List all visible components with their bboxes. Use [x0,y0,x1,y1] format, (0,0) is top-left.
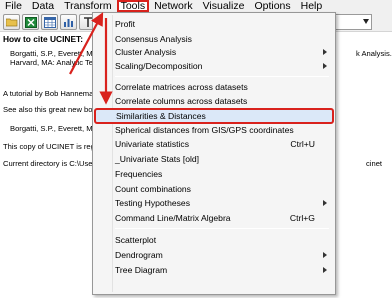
menu-help[interactable]: Help [296,0,328,12]
menu-item-similarities-distances[interactable]: Similarities & Distances [94,108,334,124]
menu-item-command-line[interactable]: Command Line/Matrix Algebra Ctrl+G [95,211,333,225]
menu-network[interactable]: Network [149,0,198,12]
menu-transform[interactable]: Transform [59,0,116,12]
menu-item-spherical-distances[interactable]: Spherical distances from GIS/GPS coordin… [95,123,333,137]
folder-open-icon[interactable] [3,14,20,30]
menu-item-count-combinations[interactable]: Count combinations [95,182,333,196]
submenu-arrow-icon [323,200,327,206]
menu-item-testing-hypotheses[interactable]: Testing Hypotheses [95,196,333,210]
submenu-arrow-icon [323,63,327,69]
menu-item-univariate-stats-old[interactable]: _Univariate Stats [old] [95,152,333,166]
submenu-arrow-icon [323,252,327,258]
menu-tools[interactable]: Tools [116,0,150,12]
menu-item-consensus-analysis[interactable]: Consensus Analysis [95,32,333,46]
matrix-editor-icon[interactable] [41,14,58,30]
current-directory-tail: cinet [366,159,383,168]
menu-separator [115,76,329,77]
menu-item-scaling-decomposition[interactable]: Scaling/Decomposition [95,59,333,73]
chevron-down-icon[interactable] [363,19,369,24]
menu-item-correlate-columns[interactable]: Correlate columns across datasets [95,94,333,108]
cite-line-2: Harvard, MA: Analytic Tec [10,58,97,67]
menu-item-scatterplot[interactable]: Scatterplot [95,233,333,247]
menu-item-correlate-matrices[interactable]: Correlate matrices across datasets [95,80,333,94]
current-directory: Current directory is C:\Users\ [3,159,101,168]
menu-data[interactable]: Data [27,0,59,12]
shortcut-text: Ctrl+U [290,139,315,149]
tools-menu: Profit Consensus Analysis Cluster Analys… [92,12,336,295]
menu-file[interactable]: File [0,0,27,12]
see-also-text: See also this great new book [3,105,101,114]
menu-item-cluster-analysis[interactable]: Cluster Analysis [95,45,333,59]
menu-item-frequencies[interactable]: Frequencies [95,167,333,181]
menu-bar: File Data Transform Tools Network Visual… [0,0,392,12]
cite-line-1: Borgatti, S.P., Everett, M.G [10,49,101,58]
menu-item-profit[interactable]: Profit [95,17,333,31]
excel-icon[interactable] [22,14,39,30]
cite-line-1-tail: k Analysis. [356,49,392,58]
menu-item-dendrogram[interactable]: Dendrogram [95,248,333,262]
book-citation: Borgatti, S.P., Everett, M.G [10,124,101,133]
menu-item-univariate-statistics[interactable]: Univariate statistics Ctrl+U [95,137,333,151]
shortcut-text: Ctrl+G [289,213,315,223]
menu-item-tree-diagram[interactable]: Tree Diagram [95,263,333,277]
cite-heading: How to cite UCINET: [3,34,84,44]
menu-options[interactable]: Options [249,0,295,12]
submenu-arrow-icon [323,267,327,273]
tutorial-text: A tutorial by Bob Hanneman [3,89,98,98]
registration-text: This copy of UCINET is regis [3,142,101,151]
submenu-arrow-icon [323,49,327,55]
menu-visualize[interactable]: Visualize [198,0,250,12]
menu-separator [115,228,329,229]
chart-icon[interactable] [60,14,77,30]
